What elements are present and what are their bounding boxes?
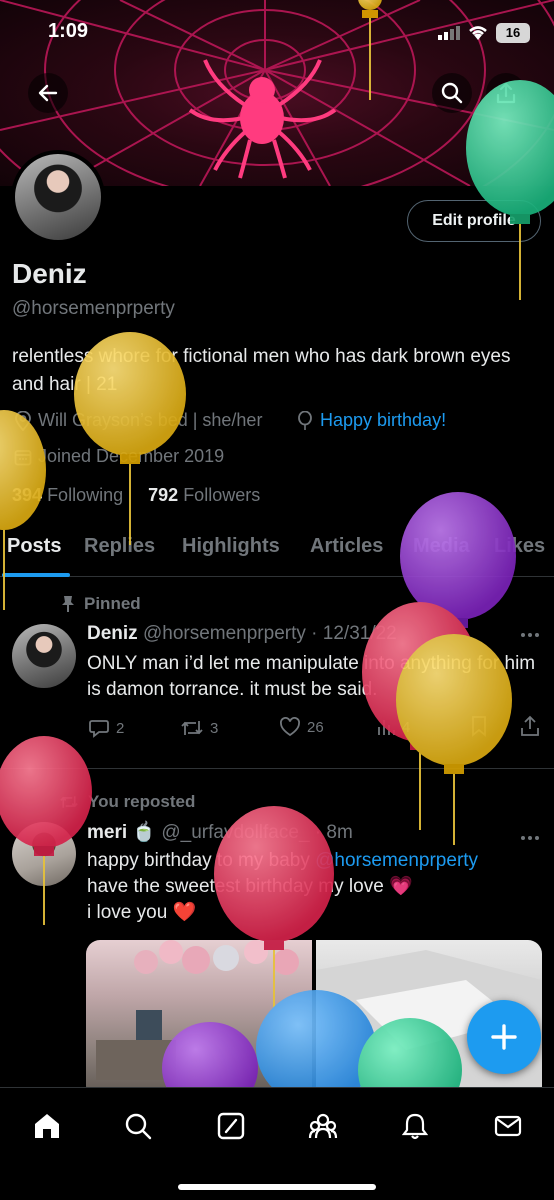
view-count: 4 — [402, 718, 411, 736]
repost-icon — [181, 721, 203, 735]
post-mention-link[interactable]: @horsemenprperty — [315, 850, 478, 871]
grok-icon — [217, 1112, 245, 1140]
cellular-signal-icon — [438, 26, 460, 45]
tab-highlights[interactable]: Highlights — [182, 535, 280, 558]
profile-joined: Joined December 2019 — [14, 446, 224, 467]
followers-count: 792 — [148, 485, 179, 505]
post-date[interactable]: · 8m — [315, 822, 353, 843]
profile-location: Will Grayson’s bed | she/her — [14, 410, 262, 431]
reply-icon — [89, 720, 109, 738]
nav-home[interactable] — [27, 1108, 67, 1144]
post-text-line1: happy birthday to my baby — [87, 850, 316, 871]
repost-count: 3 — [210, 719, 219, 737]
home-icon — [35, 1114, 59, 1138]
wifi-icon — [467, 23, 489, 46]
post-pinned[interactable]: Pinned Deniz @horsemenprperty · 12/31/22… — [0, 577, 554, 769]
post-header: Deniz @horsemenprperty · 12/31/22 — [87, 623, 397, 645]
location-pin-icon — [15, 410, 31, 431]
calendar-icon — [14, 449, 32, 465]
search-icon — [125, 1113, 152, 1140]
like-button[interactable]: 26 — [279, 717, 324, 737]
following-label: Following — [47, 485, 124, 505]
followers-label: Followers — [183, 485, 261, 505]
nav-grok[interactable] — [211, 1108, 251, 1144]
following-count: 394 — [12, 485, 43, 505]
like-count: 26 — [307, 718, 324, 736]
plus-icon — [491, 1024, 517, 1050]
post-text-line3: i love you ❤️ — [87, 902, 197, 923]
arrow-left-icon — [38, 84, 58, 102]
repost-button[interactable]: 3 — [180, 717, 218, 739]
repost-context-row: You reposted — [58, 792, 195, 812]
bell-icon — [402, 1113, 428, 1140]
heart-icon — [280, 717, 300, 737]
post-text: happy birthday to my baby @horsemenprper… — [87, 848, 542, 926]
profile-location-text: Will Grayson’s bed | she/her — [38, 410, 263, 430]
profile-tabs: Posts Replies Highlights Articles Media … — [0, 525, 554, 577]
search-button[interactable] — [432, 73, 472, 113]
post-author-avatar[interactable] — [12, 624, 76, 688]
media-photo-1[interactable] — [86, 940, 312, 1100]
post-author-name[interactable]: meri 🍵 — [87, 822, 156, 843]
profile-bio: relentless whore for fictional men who h… — [12, 346, 511, 395]
compose-post-button[interactable] — [467, 1000, 541, 1074]
nav-communities[interactable] — [303, 1108, 343, 1144]
views-chart-icon — [378, 720, 395, 735]
tab-articles[interactable]: Articles — [310, 535, 383, 558]
repost-icon — [60, 796, 78, 808]
followers-link[interactable]: 792 Followers — [148, 485, 260, 505]
tab-likes[interactable]: Likes — [494, 535, 545, 558]
post-author-name[interactable]: Deniz — [87, 623, 138, 644]
edit-profile-button[interactable]: Edit profile — [407, 200, 541, 242]
share-icon — [496, 82, 516, 104]
post-author-handle[interactable]: @horsemenprperty — [143, 623, 306, 644]
pinned-row: Pinned — [60, 594, 141, 614]
joined-text: Joined December 2019 — [38, 446, 225, 466]
communities-icon — [308, 1113, 338, 1139]
battery-indicator: 16 — [496, 23, 530, 43]
nav-messages[interactable] — [488, 1108, 528, 1144]
post-text: ONLY man i’d let me manipulate into anyt… — [87, 653, 536, 700]
share-button[interactable] — [486, 73, 526, 113]
reply-count: 2 — [116, 719, 125, 737]
profile-birthday[interactable]: Happy birthday! — [296, 410, 446, 431]
post-divider — [0, 768, 554, 769]
post-text-line2: have the sweetest birthday my love 💗 — [87, 876, 413, 897]
post-author-avatar[interactable] — [12, 822, 76, 886]
follow-stats: 394 Following 792 Followers — [12, 485, 260, 506]
display-name: Deniz — [12, 258, 87, 289]
following-link[interactable]: 394 Following — [12, 485, 123, 505]
nav-search[interactable] — [118, 1108, 158, 1144]
views-button[interactable]: 4 — [376, 717, 410, 737]
home-indicator — [178, 1184, 376, 1190]
birthday-text: Happy birthday! — [320, 410, 447, 430]
repost-context-label: You reposted — [88, 792, 196, 811]
status-time: 1:09 — [48, 20, 89, 42]
reply-button[interactable]: 2 — [88, 717, 124, 739]
balloon-icon — [298, 410, 312, 430]
tab-posts[interactable]: Posts — [7, 535, 61, 558]
search-icon — [441, 82, 463, 104]
nav-notifications[interactable] — [395, 1108, 435, 1144]
tab-media[interactable]: Media — [413, 535, 470, 558]
bookmark-icon[interactable] — [470, 715, 488, 742]
pinned-label: Pinned — [84, 594, 141, 613]
post-header: meri 🍵 @_urfavdollface_ · 8m — [87, 820, 353, 844]
pin-icon — [62, 596, 74, 612]
post-author-handle[interactable]: @_urfavdollface_ — [161, 822, 309, 843]
share-post-icon[interactable] — [520, 715, 540, 742]
profile-handle: @horsemenprperty — [12, 298, 175, 319]
more-options-icon[interactable] — [520, 828, 540, 846]
tab-replies[interactable]: Replies — [84, 535, 155, 558]
post-date[interactable]: · 12/31/22 — [311, 623, 397, 644]
more-options-icon[interactable] — [520, 625, 540, 643]
back-button[interactable] — [28, 73, 68, 113]
avatar[interactable] — [11, 150, 105, 244]
mail-icon — [494, 1115, 522, 1137]
